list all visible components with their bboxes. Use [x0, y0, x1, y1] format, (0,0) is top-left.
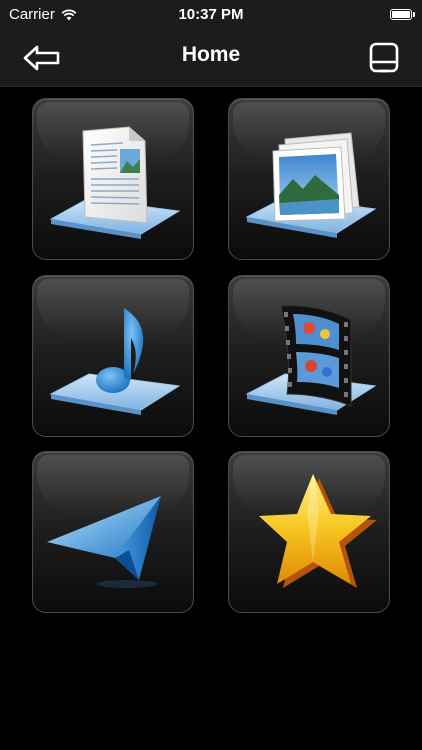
- tile-documents[interactable]: [32, 98, 194, 260]
- navigation-bar: Home: [0, 30, 422, 87]
- page-title: Home: [181, 43, 241, 66]
- status-time: 10:37 PM: [178, 6, 244, 23]
- tile-send[interactable]: [32, 451, 194, 613]
- battery-icon: [390, 9, 415, 20]
- battery-tip: [413, 12, 415, 17]
- paper-plane-icon: [47, 496, 161, 588]
- tile-favorites[interactable]: [228, 451, 390, 613]
- remote-device-icon[interactable]: [368, 41, 400, 75]
- tile-music[interactable]: [32, 275, 194, 437]
- status-bar: Carrier 10:37 PM: [0, 0, 422, 30]
- photos-icon: [245, 132, 377, 238]
- music-note-icon: [49, 308, 181, 415]
- document-icon: [49, 126, 181, 239]
- battery-level: [392, 11, 410, 18]
- tile-videos[interactable]: [228, 275, 390, 437]
- tile-photos[interactable]: [228, 98, 390, 260]
- star-icon: [259, 474, 377, 588]
- film-strip-icon: [245, 305, 377, 415]
- home-grid: [32, 98, 390, 614]
